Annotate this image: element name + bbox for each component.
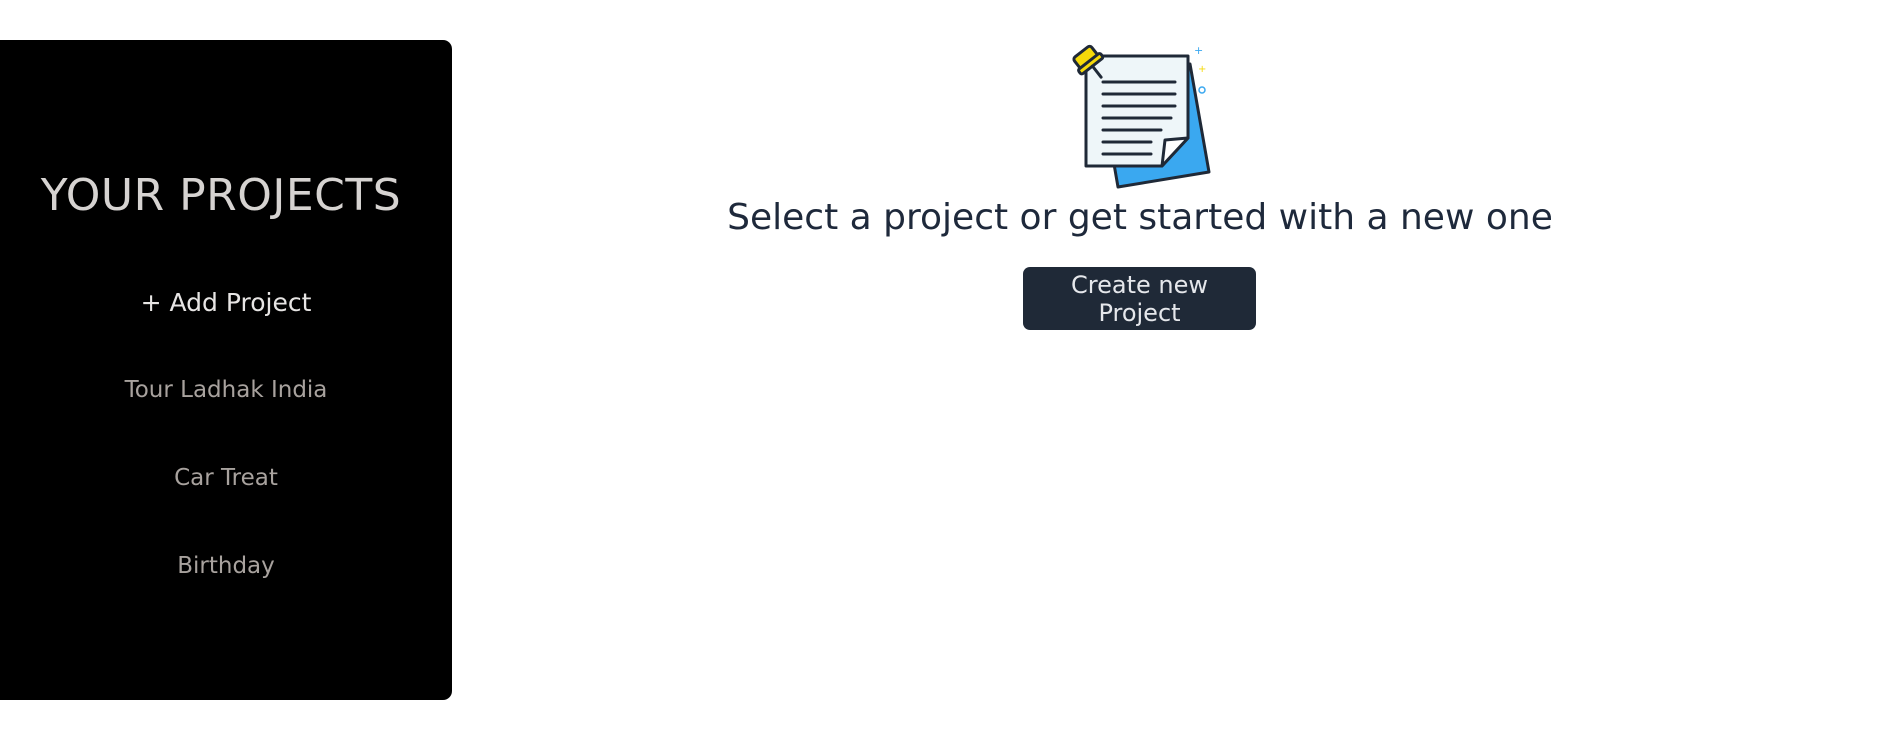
svg-text:+: +: [1198, 64, 1206, 75]
project-item-tour-ladhak-india[interactable]: Tour Ladhak India: [0, 375, 452, 405]
project-item-car-treat[interactable]: Car Treat: [0, 463, 452, 493]
project-item-birthday[interactable]: Birthday: [0, 551, 452, 581]
project-sidebar: YOUR PROJECTS + Add Project Tour Ladhak …: [0, 40, 452, 700]
document-pin-icon: + +: [1072, 44, 1211, 189]
svg-text:+: +: [1194, 44, 1203, 57]
sidebar-title: YOUR PROJECTS: [40, 170, 402, 221]
add-project-button[interactable]: + Add Project: [0, 287, 452, 319]
empty-state-message: Select a project or get started with a n…: [727, 197, 1553, 238]
create-project-button[interactable]: Create new Project: [1023, 267, 1256, 330]
